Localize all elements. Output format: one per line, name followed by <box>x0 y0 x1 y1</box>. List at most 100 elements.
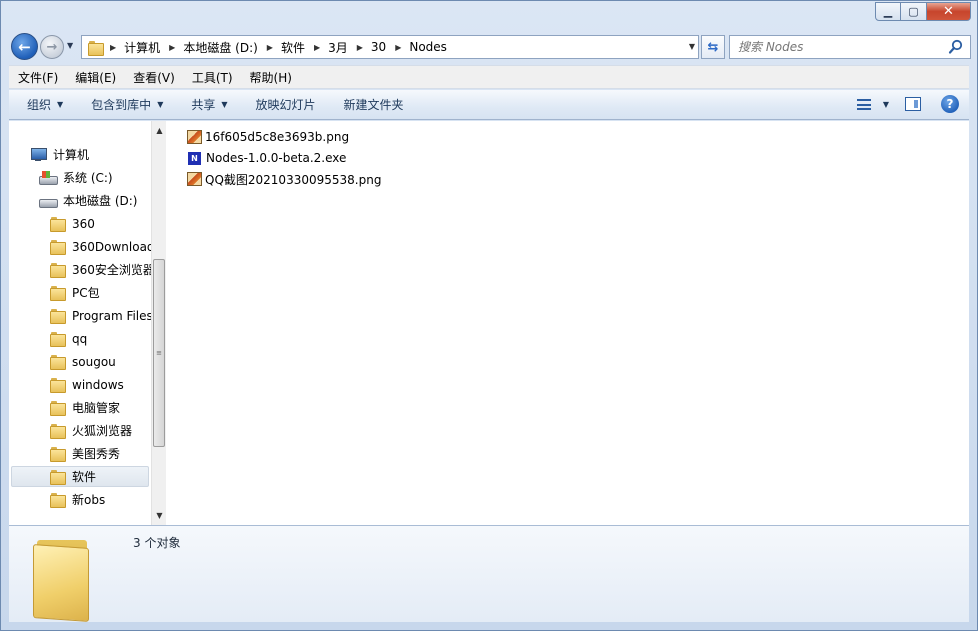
organize-label: 组织 <box>27 98 52 112</box>
tree-item-label: Program Files <box>72 308 153 323</box>
tree-item-label: 计算机 <box>53 148 90 162</box>
exe-file-icon: N <box>188 151 201 165</box>
disk-drive-icon <box>39 194 58 208</box>
tree-item-folder[interactable]: PC包 <box>50 282 100 303</box>
folder-icon <box>50 355 66 370</box>
scrollbar-thumb[interactable]: ≡ <box>153 259 165 447</box>
preview-pane-button[interactable] <box>905 97 921 111</box>
search-icon[interactable] <box>948 39 964 55</box>
slideshow-button[interactable]: 放映幻灯片 <box>256 96 316 113</box>
tree-item-folder[interactable]: 新obs <box>50 489 105 510</box>
include-in-library-button[interactable]: 包含到库中 ▼ <box>91 96 163 113</box>
change-view-button[interactable]: ▼ <box>856 98 889 110</box>
menu-tools[interactable]: 工具(T) <box>192 69 233 86</box>
tree-item-computer[interactable]: 计算机 <box>29 144 89 165</box>
tree-item-drive-d[interactable]: 本地磁盘 (D:) <box>39 190 137 211</box>
tree-item-label: PC包 <box>72 286 100 300</box>
share-button[interactable]: 共享 ▼ <box>191 96 227 113</box>
folder-icon <box>50 424 66 439</box>
tree-item-folder[interactable]: 电脑管家 <box>50 397 120 418</box>
chevron-right-icon[interactable]: ▶ <box>267 43 273 52</box>
breadcrumb-item[interactable]: 3月 ▶ <box>328 39 371 56</box>
chevron-down-icon: ▼ <box>157 100 164 109</box>
tree-item-folder[interactable]: qq <box>50 328 87 349</box>
organize-button[interactable]: 组织 ▼ <box>27 96 63 113</box>
system-drive-icon <box>39 170 58 185</box>
maximize-icon: ▢ <box>908 5 919 18</box>
forward-button[interactable]: → <box>40 35 64 59</box>
folder-icon <box>50 493 66 508</box>
breadcrumb-item[interactable]: Nodes <box>409 40 447 54</box>
tree-item-label: windows <box>72 377 124 392</box>
tree-item-folder-selected[interactable]: 软件 <box>11 466 149 487</box>
chevron-right-icon[interactable]: ▶ <box>169 43 175 52</box>
tree-item-label: qq <box>72 331 88 346</box>
chevron-right-icon[interactable]: ▶ <box>357 43 363 52</box>
chevron-right-icon[interactable]: ▶ <box>314 43 320 52</box>
tree-item-label: 本地磁盘 (D:) <box>63 194 138 208</box>
address-bar[interactable]: ▶ 计算机 ▶ 本地磁盘 (D:) ▶ 软件 ▶ 3月 ▶ 30 ▶ Nodes ▼ <box>81 35 699 59</box>
menu-view[interactable]: 查看(V) <box>133 69 175 86</box>
address-dropdown-icon[interactable]: ▼ <box>689 42 695 51</box>
close-button[interactable]: ✕ <box>927 2 971 21</box>
view-list-icon <box>856 98 871 110</box>
refresh-button[interactable]: ⇆ <box>701 35 725 59</box>
command-bar-right: ▼ ? <box>856 95 959 113</box>
search-input[interactable] <box>738 40 938 54</box>
chevron-down-icon: ▼ <box>221 100 228 109</box>
file-item[interactable]: N Nodes-1.0.0-beta.2.exe <box>187 148 346 168</box>
tree-item-folder[interactable]: Program Files <box>50 305 153 326</box>
tree-item-folder[interactable]: 360Download <box>50 236 155 257</box>
menu-help[interactable]: 帮助(H) <box>250 69 292 86</box>
breadcrumb-item[interactable]: 软件 ▶ <box>281 39 328 56</box>
new-folder-label: 新建文件夹 <box>343 98 404 112</box>
tree-item-folder[interactable]: 360 <box>50 213 95 234</box>
chevron-down-icon[interactable]: ▼ <box>883 100 889 109</box>
minimize-button[interactable]: ▁ <box>875 2 901 21</box>
recent-pages-dropdown[interactable]: ▼ <box>67 41 73 50</box>
forward-arrow-icon: → <box>46 39 58 55</box>
breadcrumb-item[interactable]: 本地磁盘 (D:) ▶ <box>183 39 281 56</box>
breadcrumb-item[interactable]: 计算机 ▶ <box>124 39 183 56</box>
breadcrumb-label: 30 <box>370 40 387 54</box>
folder-icon <box>50 240 66 255</box>
tree-item-folder[interactable]: 360安全浏览器 <box>50 259 155 280</box>
breadcrumb-item[interactable]: 30 ▶ <box>371 40 409 54</box>
navigation-scrollbar[interactable]: ▲ ≡ ▼ <box>151 121 166 525</box>
explorer-window: ▁ ▢ ✕ ← → ▼ ▶ 计算机 ▶ 本地磁盘 (D:) ▶ 软件 ▶ 3月 ▶ 30… <box>0 0 978 631</box>
tree-item-label: 新obs <box>72 493 106 507</box>
refresh-icon: ⇆ <box>707 39 719 55</box>
file-name: Nodes-1.0.0-beta.2.exe <box>206 151 347 165</box>
new-folder-button[interactable]: 新建文件夹 <box>344 96 404 113</box>
file-item[interactable]: QQ截图20210330095538.png <box>187 169 381 189</box>
chevron-down-icon: ▼ <box>57 100 64 109</box>
menu-edit[interactable]: 编辑(E) <box>75 69 116 86</box>
folder-icon <box>50 447 66 462</box>
image-file-icon <box>187 172 202 186</box>
scroll-up-icon[interactable]: ▲ <box>152 123 166 138</box>
folder-icon <box>50 217 66 232</box>
search-box[interactable] <box>729 35 971 59</box>
folder-icon <box>50 332 66 347</box>
folder-icon <box>50 263 66 278</box>
tree-item-drive-c[interactable]: 系统 (C:) <box>39 167 113 188</box>
back-button[interactable]: ← <box>11 33 38 60</box>
maximize-button[interactable]: ▢ <box>901 2 927 21</box>
tree-item-folder[interactable]: 美图秀秀 <box>50 443 120 464</box>
file-item[interactable]: 16f605d5c8e3693b.png <box>187 127 349 147</box>
breadcrumb-label: 计算机 <box>124 40 161 55</box>
command-bar: 组织 ▼ 包含到库中 ▼ 共享 ▼ 放映幻灯片 新建文件夹 ▼ ? <box>9 90 969 120</box>
menu-file[interactable]: 文件(F) <box>18 69 58 86</box>
folder-icon <box>50 470 66 485</box>
breadcrumb-separator[interactable]: ▶ <box>108 43 124 52</box>
tree-item-label: sougou <box>72 354 116 369</box>
tree-item-folder[interactable]: sougou <box>50 351 116 372</box>
caption-buttons: ▁ ▢ ✕ <box>875 2 971 21</box>
tree-item-folder[interactable]: windows <box>50 374 124 395</box>
folder-icon <box>50 401 66 416</box>
help-button[interactable]: ? <box>941 95 959 113</box>
tree-item-folder[interactable]: 火狐浏览器 <box>50 420 132 441</box>
chevron-right-icon[interactable]: ▶ <box>395 43 401 52</box>
tree-item-label: 火狐浏览器 <box>72 424 133 438</box>
scroll-down-icon[interactable]: ▼ <box>152 508 166 523</box>
